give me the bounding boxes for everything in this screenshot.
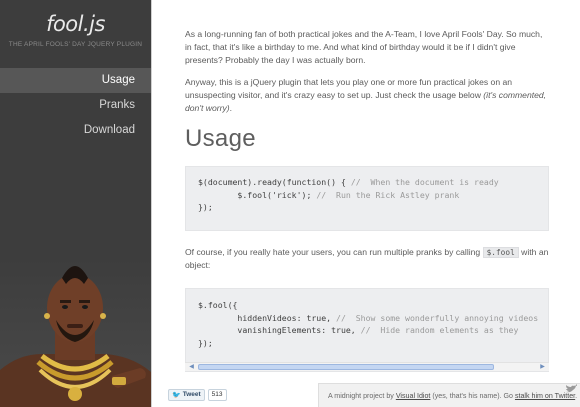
- intro-paragraph-2: Anyway, this is a jQuery plugin that let…: [185, 76, 549, 115]
- footer-text-middle: (yes, that's his name). Go: [430, 392, 515, 400]
- code2-line2-comment: // Show some wonderfully annoying videos: [336, 312, 539, 323]
- scrollbar-thumb[interactable]: [198, 364, 494, 370]
- code2-line3-comment: // Hide random elements as they: [360, 325, 519, 335]
- footer: A midnight project by Visual Idiot (yes,…: [318, 383, 580, 407]
- code-block-multiple[interactable]: $.fool({ hiddenVideos: true, // Show som…: [185, 288, 549, 372]
- tweet-widget: 🐦 Tweet 513: [168, 388, 227, 401]
- brand: fool.js THE APRIL FOOLS' DAY JQUERY PLUG…: [0, 0, 151, 68]
- intro-paragraph-2-text: Anyway, this is a jQuery plugin that let…: [185, 77, 513, 100]
- code1-line2: $.fool('rick'); // Run the Rick Astley p…: [198, 190, 459, 200]
- scroll-left-arrow-icon[interactable]: ◀: [187, 363, 196, 371]
- code2-line1: $.fool({: [198, 300, 238, 310]
- twitter-bird-icon: [566, 384, 577, 393]
- code1-line1-comment: // When the document is ready: [350, 177, 499, 187]
- code1-line2-code: $.fool('rick');: [198, 189, 317, 200]
- code1-line1: $(document).ready(function() { // When t…: [198, 177, 499, 187]
- tweet-label: Tweet: [182, 391, 201, 398]
- main-nav: Usage Pranks Download: [0, 68, 151, 143]
- code2-line3: vanishingElements: true, // Hide random …: [198, 325, 518, 335]
- code2-line4: });: [198, 337, 213, 348]
- nav-item-download[interactable]: Download: [0, 118, 151, 143]
- code1-line1-code: $(document).ready(function() {: [198, 177, 351, 187]
- tweet-button[interactable]: 🐦 Tweet: [168, 388, 205, 401]
- code1-line2-comment: // Run the Rick Astley prank: [316, 189, 460, 200]
- code-horizontal-scrollbar[interactable]: ◀ ▶: [185, 362, 549, 371]
- code-block-basic[interactable]: $(document).ready(function() { // When t…: [185, 166, 549, 231]
- inline-code-fool: $.fool: [482, 247, 519, 258]
- twitter-bird-icon: 🐦: [172, 391, 181, 399]
- intro: As a long-running fan of both practical …: [185, 28, 549, 124]
- scroll-right-arrow-icon[interactable]: ▶: [538, 363, 547, 371]
- main-content: As a long-running fan of both practical …: [151, 0, 580, 407]
- sidebar: fool.js THE APRIL FOOLS' DAY JQUERY PLUG…: [0, 0, 151, 407]
- code2-line3-code: vanishingElements: true,: [198, 325, 361, 335]
- para2-before: Of course, if you really hate your users…: [185, 247, 483, 257]
- nav-item-pranks[interactable]: Pranks: [0, 93, 151, 118]
- usage-heading: Usage: [185, 125, 256, 152]
- multiple-pranks-paragraph: Of course, if you really hate your users…: [185, 246, 549, 272]
- tagline: THE APRIL FOOLS' DAY JQUERY PLUGIN: [8, 41, 143, 48]
- nav-item-usage[interactable]: Usage: [0, 68, 151, 93]
- mr-t-portrait-image: [0, 258, 151, 407]
- intro-paragraph-1: As a long-running fan of both practical …: [185, 29, 543, 65]
- code2-line2: hiddenVideos: true, // Show some wonderf…: [198, 313, 538, 323]
- logo[interactable]: fool.js: [0, 0, 151, 36]
- intro-paragraph-2-end: .: [229, 103, 233, 113]
- footer-text-before: A midnight project by: [328, 392, 396, 400]
- tweet-count: 513: [207, 388, 227, 401]
- author-link[interactable]: Visual Idiot: [396, 392, 431, 400]
- code2-line2-code: hiddenVideos: true,: [198, 312, 337, 323]
- code1-line3: });: [198, 202, 213, 212]
